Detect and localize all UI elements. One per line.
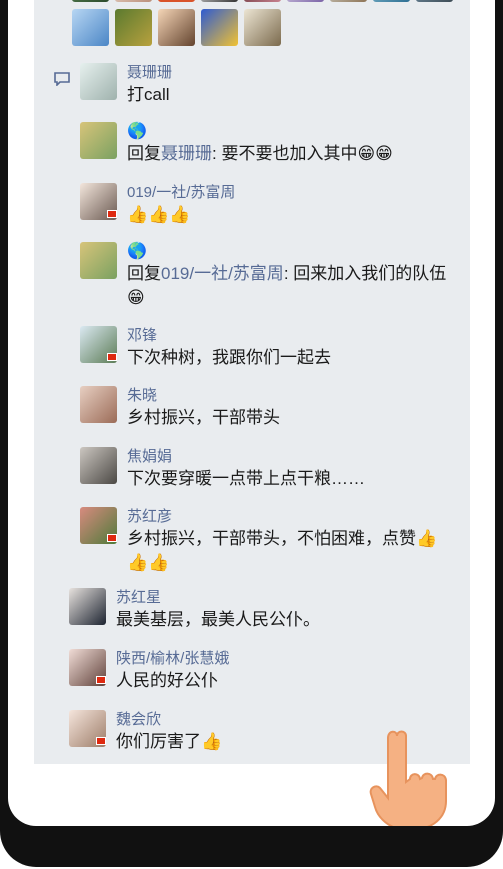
comment-body: 聂珊珊 打call [127,63,467,107]
comment-text-continued: 👍👍 [127,553,170,572]
avatar[interactable] [80,386,117,423]
like-row [72,0,472,2]
comment-text: 打call [127,85,170,104]
like-row [72,9,472,46]
comment-text: 乡村振兴，干部带头 [127,408,280,427]
comment-body: 🌎 回复聂珊珊: 要不要也加入其中😁😁 [127,122,467,166]
comment-text: 乡村振兴，干部带头，不怕困难，点赞👍 [127,529,438,548]
phone-screen: 聂珊珊 打call 🌎 回复聂珊珊: 要不要也加入其中😁😁 019/一社/苏富周… [8,0,495,826]
comment-text: 回复019/一社/苏富周: 回来加入我们的队伍 [127,262,467,286]
like-avatar[interactable] [244,0,281,2]
comment-bubble-icon[interactable] [54,72,70,86]
commenter-name[interactable]: 019/一社/苏富周 [127,183,467,203]
reply-prefix: 回复 [127,264,161,283]
comment-text: 人民的好公仆 [116,671,218,690]
commenter-name[interactable]: 聂珊珊 [127,63,467,83]
like-avatar[interactable] [115,9,152,46]
comment-body: 苏红彦 乡村振兴，干部带头，不怕困难，点赞👍 👍👍 [127,507,467,575]
like-avatar[interactable] [201,9,238,46]
avatar[interactable] [69,588,106,625]
like-avatar[interactable] [416,0,453,2]
china-flag-icon [107,353,117,361]
comment-body: 朱晓 乡村振兴，干部带头 [127,386,467,430]
pointing-hand-icon [369,730,447,826]
like-avatar[interactable] [373,0,410,2]
like-avatar[interactable] [158,9,195,46]
reply-target-name[interactable]: 聂珊珊 [161,144,212,163]
avatar[interactable] [80,122,117,159]
reply-prefix: 回复 [127,144,161,163]
comment-text: 最美基层，最美人民公仆。 [116,610,320,629]
comment-text: 👍👍👍 [127,205,191,224]
reply-content: : 回来加入我们的队伍 [283,264,447,283]
comment-body: 陕西/榆林/张慧娥 人民的好公仆 [116,649,456,693]
commenter-name[interactable]: 魏会欣 [116,710,456,730]
reply-content: : 要不要也加入其中😁😁 [212,144,393,163]
avatar[interactable] [80,242,117,279]
commenter-name[interactable]: 邓锋 [127,326,467,346]
globe-icon[interactable]: 🌎 [127,242,467,262]
comment-text: 回复聂珊珊: 要不要也加入其中😁😁 [127,142,467,166]
comment-body: 019/一社/苏富周 👍👍👍 [127,183,467,227]
comment-text: 下次种树，我跟你们一起去 [127,348,331,367]
china-flag-icon [107,210,117,218]
like-avatar[interactable] [72,9,109,46]
like-avatar-grid [72,0,472,53]
like-avatar[interactable] [158,0,195,2]
like-avatar[interactable] [244,9,281,46]
commenter-name[interactable]: 朱晓 [127,386,467,406]
comment-text-continued: 😁 [127,288,145,307]
comment-body: 苏红星 最美基层，最美人民公仆。 [116,588,456,632]
reply-target-name[interactable]: 019/一社/苏富周 [161,264,284,283]
globe-icon[interactable]: 🌎 [127,122,467,142]
commenter-name[interactable]: 苏红星 [116,588,456,608]
commenter-name[interactable]: 苏红彦 [127,507,467,527]
china-flag-icon [96,676,106,684]
like-avatar[interactable] [115,0,152,2]
comment-body: 🌎 回复019/一社/苏富周: 回来加入我们的队伍 😁 [127,242,467,310]
like-avatar[interactable] [287,0,324,2]
comment-body: 焦娟娟 下次要穿暖一点带上点干粮…… [127,447,467,491]
china-flag-icon [107,534,117,542]
china-flag-icon [96,737,106,745]
like-avatar[interactable] [330,0,367,2]
phone-frame: 聂珊珊 打call 🌎 回复聂珊珊: 要不要也加入其中😁😁 019/一社/苏富周… [0,0,503,867]
comment-text: 下次要穿暖一点带上点干粮…… [127,469,365,488]
comment-body: 邓锋 下次种树，我跟你们一起去 [127,326,467,370]
like-avatar[interactable] [72,0,109,2]
commenter-name[interactable]: 焦娟娟 [127,447,467,467]
avatar[interactable] [80,447,117,484]
avatar[interactable] [80,63,117,100]
like-avatar[interactable] [201,0,238,2]
commenter-name[interactable]: 陕西/榆林/张慧娥 [116,649,456,669]
